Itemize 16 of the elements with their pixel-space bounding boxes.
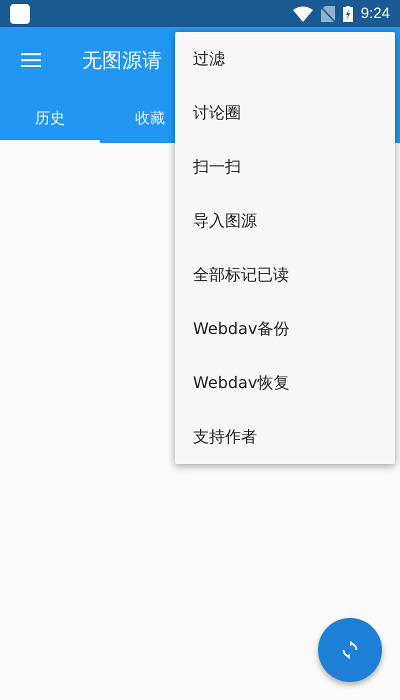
battery-charging-icon [342,6,353,22]
app-title: 无图源请 [82,46,162,74]
menu-item[interactable]: Webdav备份 [175,302,395,356]
menu-item[interactable]: 扫一扫 [175,140,395,194]
wifi-icon [292,6,313,22]
menu-icon[interactable] [21,53,41,67]
menu-item[interactable]: 讨论圈 [175,86,395,140]
refresh-button[interactable] [318,618,382,682]
app-icon [10,4,30,24]
menu-item[interactable]: 导入图源 [175,194,395,248]
menu-item[interactable]: 全部标记已读 [175,248,395,302]
menu-item[interactable]: 过滤 [175,32,395,86]
clock-time: 9:24 [360,5,390,22]
no-sim-icon [320,6,335,22]
menu-item[interactable]: Webdav恢复 [175,356,395,410]
menu-item[interactable]: 支持作者 [175,410,395,464]
